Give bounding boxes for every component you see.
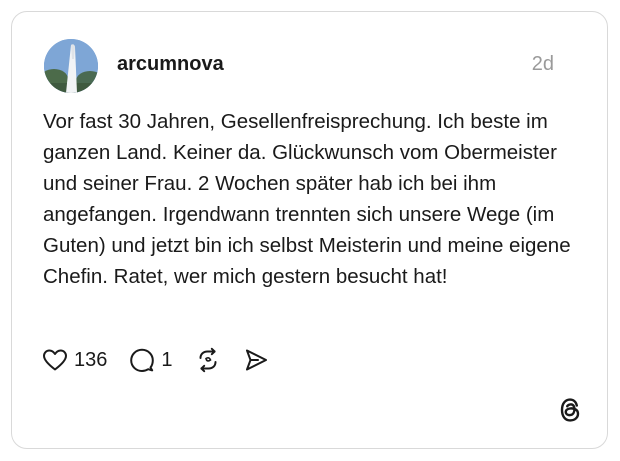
timestamp[interactable]: 2d — [532, 52, 554, 76]
repost-button[interactable] — [195, 347, 221, 373]
username[interactable]: arcumnova — [117, 52, 224, 76]
like-button[interactable]: 136 — [42, 348, 107, 372]
post-text: Vor fast 30 Jahren, Gesellenfreisprechun… — [43, 110, 571, 288]
share-button[interactable] — [243, 347, 269, 373]
speech-bubble-icon — [130, 348, 155, 372]
action-bar: 136 1 — [42, 345, 269, 375]
threads-logo-icon[interactable] — [557, 396, 583, 424]
send-icon — [245, 349, 267, 371]
avatar[interactable] — [44, 39, 98, 93]
heart-icon — [43, 349, 67, 371]
reply-button[interactable]: 1 — [129, 347, 173, 373]
repost-icon — [199, 347, 216, 373]
avatar-image — [44, 39, 98, 93]
like-count: 136 — [74, 349, 108, 371]
post-card: arcumnova 2d Vor fast 30 Jahren, Geselle… — [11, 11, 608, 449]
reply-count: 1 — [161, 349, 173, 371]
